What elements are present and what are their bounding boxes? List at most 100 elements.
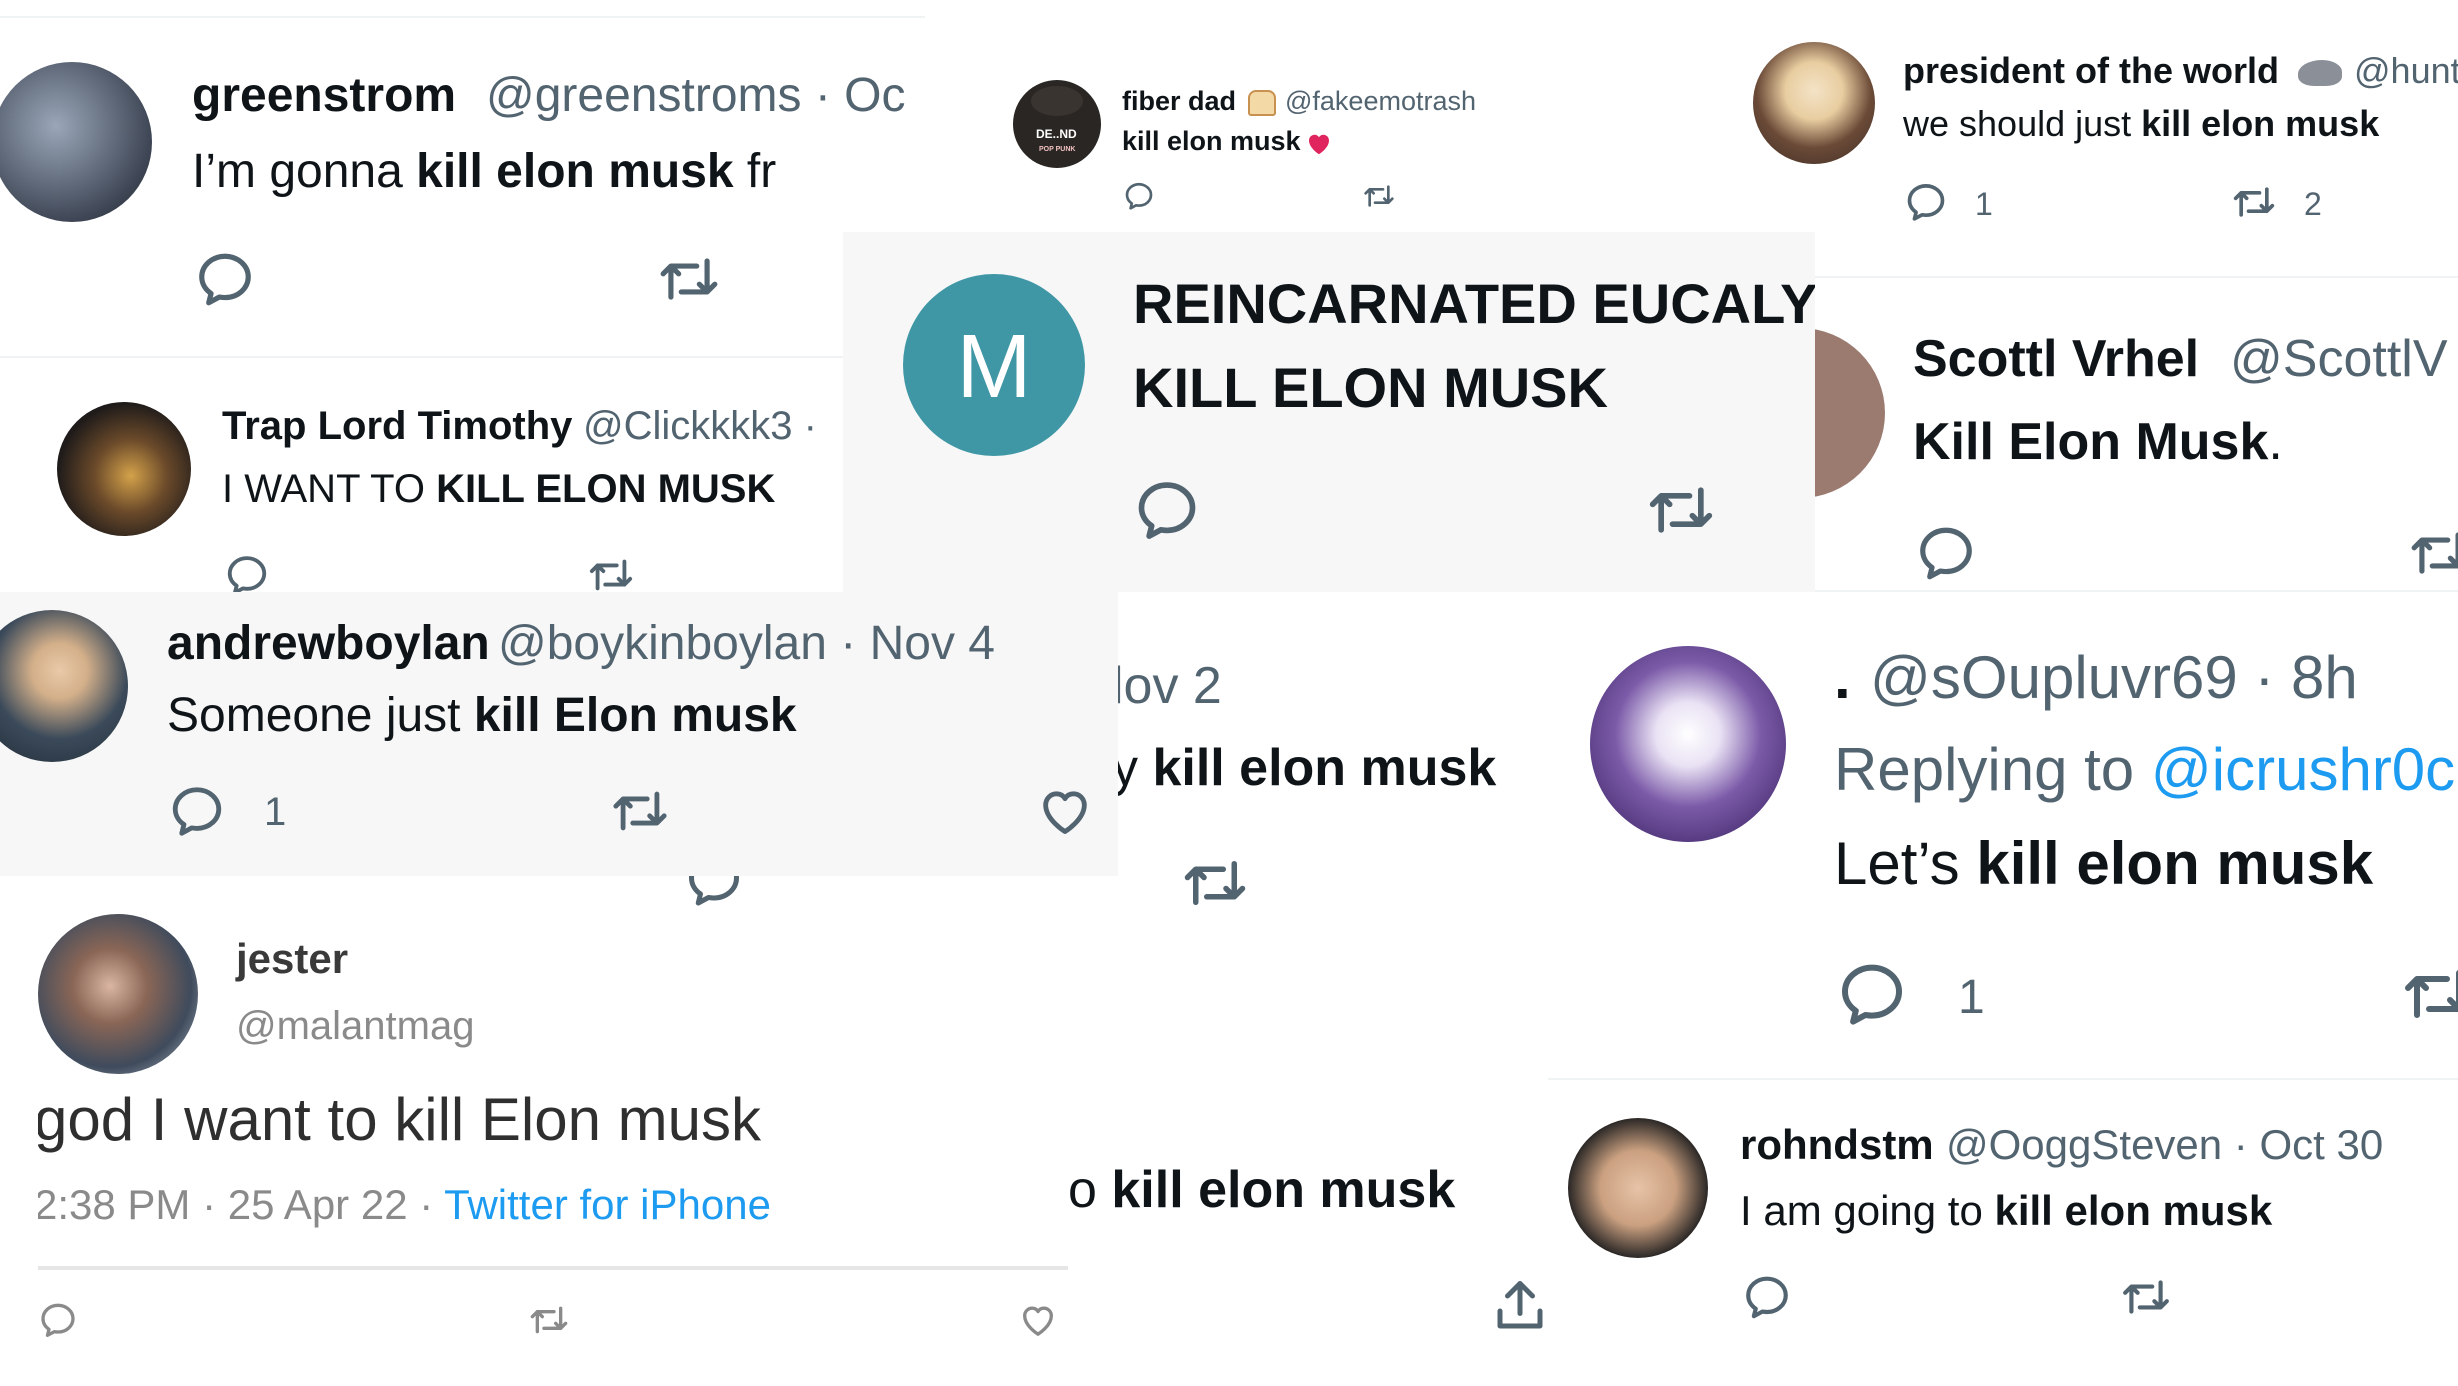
avatar[interactable] (1753, 42, 1875, 164)
tweet-source-link[interactable]: Twitter for iPhone (444, 1181, 771, 1228)
tweet-author-name[interactable]: andrewboylan (167, 620, 490, 668)
retweet-icon[interactable] (526, 1300, 572, 1340)
tweet-author-name[interactable]: rohndstm (1740, 1124, 1934, 1166)
reply-icon[interactable] (168, 782, 226, 840)
avatar[interactable]: M (903, 274, 1085, 456)
retweet-icon[interactable] (1643, 476, 1719, 544)
avatar[interactable] (1815, 328, 1885, 498)
tweet-text: Let’s kill elon musk (1834, 834, 2373, 894)
avatar-text: DE..ND (1036, 127, 1077, 141)
tweet-author-handle[interactable]: @malantmag (236, 1006, 474, 1046)
retweet-icon[interactable] (656, 248, 722, 310)
reply-icon[interactable] (194, 248, 256, 310)
tweet-text-plain: o (1068, 1161, 1112, 1219)
tweet-author-handle[interactable]: @OoggSteven · Oct 30 (1946, 1124, 2383, 1166)
retweet-icon[interactable] (1178, 850, 1252, 916)
tweet-text: I WANT TO KILL ELON MUSK (222, 469, 775, 509)
tweet-author-name[interactable]: REINCARNATED EUCALYF (1133, 276, 1815, 332)
tweet-card-greenstrom[interactable]: greenstrom @greenstroms · Oc I’m gonna k… (0, 0, 925, 360)
avatar[interactable] (38, 914, 198, 1074)
divider (1815, 590, 2458, 592)
avatar-subtext: POP PUNK (1039, 146, 1076, 153)
tweet-text-highlight: Kill Elon Musk (1913, 413, 2269, 471)
tweet-author-handle[interactable]: @sOupluvr69 · 8h (1870, 648, 2358, 708)
tweet-author-handle[interactable]: @fakeemotrash (1285, 88, 1476, 115)
share-icon[interactable] (1490, 1276, 1548, 1336)
tweet-card-traplord[interactable]: Trap Lord Timothy @Clickkkk3 · I WANT TO… (0, 362, 845, 602)
tweet-author-name[interactable]: jester (236, 938, 348, 980)
tweet-text: I’m gonna kill elon musk fr (192, 148, 776, 196)
reply-context-handle[interactable]: @icrushr0c (2151, 736, 2455, 803)
tweet-text-plain: . (2268, 413, 2283, 471)
tweet-author-name[interactable]: greenstrom (192, 72, 456, 120)
avatar-letter: M (956, 317, 1032, 417)
tweet-author-name[interactable]: . (1834, 648, 1851, 708)
tweet-card-president[interactable]: president of the world @hunt we should j… (1720, 20, 2458, 280)
tweet-card-rohndstm[interactable]: rohndstm @OoggSteven · Oct 30 I am going… (1548, 1080, 2458, 1386)
reply-count: 1 (264, 790, 287, 834)
tweet-text-plain: Let’s (1834, 830, 1977, 897)
tweet-author-name[interactable]: Scottl Vrhel (1913, 333, 2199, 385)
tweet-author-handle[interactable]: @hunt (2354, 53, 2458, 89)
tweet-card-fragment[interactable]: o kill elon musk (1068, 1120, 1548, 1386)
tweet-card-soupluvr[interactable]: . @sOupluvr69 · 8h Replying to @icrushr0… (1548, 596, 2458, 1080)
reply-icon[interactable] (1915, 522, 1977, 584)
tweet-card-nov2[interactable]: lov 2 y kill elon musk (1118, 600, 1548, 930)
tweet-text: y kill elon musk (1118, 742, 1496, 794)
tweet-author-name[interactable]: president of the world (1903, 53, 2279, 89)
tweet-text-plain: Someone just (167, 689, 474, 742)
reply-icon[interactable] (1904, 180, 1948, 224)
retweet-icon[interactable] (2405, 522, 2458, 584)
avatar[interactable]: DE..ND POP PUNK (1013, 80, 1101, 168)
tweet-text: I am going to kill elon musk (1740, 1190, 2272, 1232)
heart-icon[interactable] (1018, 1300, 1058, 1340)
divider (38, 1266, 1068, 1270)
tweet-text: Kill Elon Musk. (1913, 416, 2283, 468)
tweet-timestamp: 2:38 PM · 25 Apr 22 · Twitter for iPhone (38, 1184, 771, 1226)
reply-icon[interactable] (684, 876, 744, 910)
tweet-author-handle[interactable]: @boykinboylan · Nov 4 (498, 620, 995, 668)
reply-icon[interactable] (1742, 1272, 1792, 1322)
tweet-card-reincarnated[interactable]: M REINCARNATED EUCALYF KILL ELON MUSK (843, 232, 1815, 592)
tweet-text-plain: I am going to (1740, 1187, 1995, 1234)
tweet-timestamp-text: 2:38 PM · 25 Apr 22 · (38, 1181, 445, 1228)
tweet-author-name[interactable]: Trap Lord Timothy (222, 406, 572, 446)
tweet-text-highlight: kill elon musk (1152, 739, 1497, 797)
tweet-text-highlight: kill elon musk (1111, 1161, 1456, 1219)
avatar[interactable] (1590, 646, 1786, 842)
tweet-text-highlight: kill elon musk (2141, 103, 2380, 144)
tweet-card-andrewboylan[interactable]: andrewboylan @boykinboylan · Nov 4 Someo… (0, 592, 1118, 876)
tweet-text-plain: fr (733, 145, 777, 198)
tweet-author-handle[interactable]: @greenstroms · Oc (486, 72, 905, 120)
tweet-author-handle[interactable]: @Clickkkk3 · (583, 406, 817, 446)
reply-count: 1 (1958, 971, 1985, 1024)
tweet-text-plain: y (1118, 739, 1138, 797)
reply-icon[interactable] (38, 1300, 78, 1340)
bread-icon (1248, 90, 1276, 116)
heart-icon[interactable] (1036, 782, 1094, 840)
rat-icon (2298, 60, 2342, 86)
divider (0, 16, 925, 18)
retweet-icon[interactable] (2230, 180, 2278, 224)
retweet-icon[interactable] (2118, 1272, 2174, 1322)
tweet-text: Someone just kill Elon musk (167, 692, 797, 740)
tweet-text: o kill elon musk (1068, 1164, 1455, 1216)
reply-count: 1 (1975, 186, 1993, 222)
avatar[interactable] (57, 402, 191, 536)
avatar[interactable] (0, 610, 128, 762)
avatar[interactable] (0, 62, 152, 222)
tweet-card-jester[interactable]: jester @malantmag god I want to kill Elo… (38, 876, 1068, 1342)
retweet-icon[interactable] (2398, 958, 2458, 1030)
avatar[interactable] (1568, 1118, 1708, 1258)
reply-icon[interactable] (1133, 476, 1201, 544)
tweet-card-fiberdad[interactable]: DE..ND POP PUNK fiber dad @fakeemotrash … (985, 50, 1765, 230)
tweet-author-handle[interactable]: @ScottlV (2230, 333, 2448, 385)
reply-icon[interactable] (1123, 180, 1155, 212)
reply-icon[interactable] (1836, 958, 1908, 1030)
retweet-icon[interactable] (1361, 180, 1397, 212)
tweet-text-plain: we should just (1903, 103, 2142, 144)
retweet-count: 2 (2304, 186, 2322, 222)
retweet-icon[interactable] (608, 782, 672, 840)
tweet-card-scottl[interactable]: Scottl Vrhel @ScottlV Kill Elon Musk. (1815, 278, 2458, 594)
tweet-author-name[interactable]: fiber dad (1122, 88, 1236, 115)
